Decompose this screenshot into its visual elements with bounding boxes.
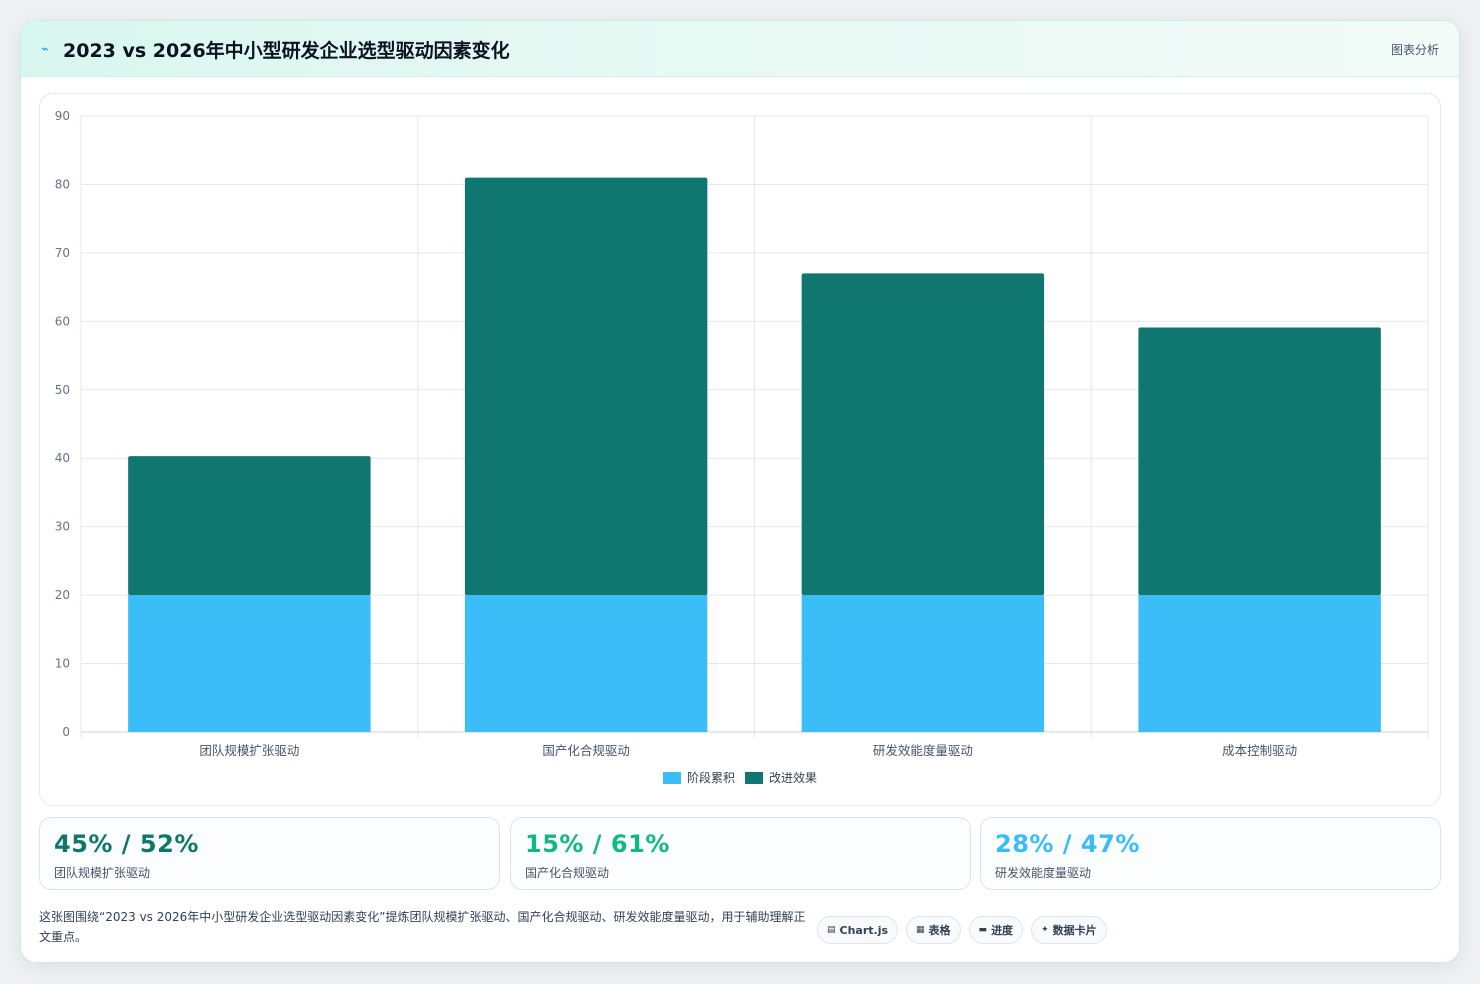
y-tick-label: 70 [55,246,70,260]
stat-value: 15% / 61% [525,830,670,858]
chip-label: 表格 [928,924,951,937]
bar-segment [464,177,708,596]
legend-item-series-0[interactable]: 阶段累积 [662,769,735,786]
x-tick-label: 国产化合规驱动 [542,743,630,758]
chip-label: 进度 [991,924,1014,937]
bar-chart: 0 10 20 30 40 50 60 70 80 90 团队规模扩张驱动 国产化合规驱动 研发效能度量… [55,109,1429,758]
chip-chartjs[interactable]: ▤ Chart.js [817,916,899,944]
card-header: ⌁ 2023 vs 2026年中小型研发企业选型驱动因素变化 图表分析 [21,21,1459,77]
legend-label-series-0: 阶段累积 [686,771,735,785]
stat-label: 国产化合规驱动 [525,866,610,880]
y-tick-label: 80 [55,177,70,191]
progress-icon: ▬ [978,925,988,935]
bar-segment [128,595,371,732]
stat-label: 团队规模扩张驱动 [54,866,151,880]
y-tick-label: 30 [55,520,70,534]
chart-line-icon: ⌁ [41,42,49,57]
legend-item-series-1[interactable]: 改进效果 [745,769,817,786]
y-tick-label: 10 [55,657,70,671]
sparkle-icon: ✦ [1041,925,1049,935]
bar-segment [464,595,708,732]
stat-card-2: 15% / 61% 国产化合规驱动 [510,817,971,890]
y-tick-label: 20 [55,588,70,602]
y-tick-label: 40 [55,451,70,465]
legend-label-series-1: 改进效果 [769,771,818,785]
stat-card-1: 45% / 52% 团队规模扩张驱动 [39,817,500,890]
chart-legend: 阶段累积 改进效果 [40,769,1440,786]
table-icon: ▦ [916,925,925,935]
stat-label: 研发效能度量驱动 [995,866,1092,880]
legend-swatch-series-0 [662,771,681,784]
chart-analysis-link[interactable]: 图表分析 [1391,41,1439,58]
chip-label: Chart.js [839,923,889,937]
stat-value: 45% / 52% [54,830,199,858]
x-tick-label: 团队规模扩张驱动 [199,743,299,758]
y-tick-label: 90 [55,109,70,123]
tag-chips: ▤ Chart.js ▦ 表格 ▬ 进度 ✦ 数据卡片 [817,916,1107,944]
chip-data-card[interactable]: ✦ 数据卡片 [1031,916,1107,944]
legend-swatch-series-1 [745,771,763,784]
chart-panel: 0 10 20 30 40 50 60 70 80 90 团队规模扩张驱动 国产化合规驱动 研发效能度量… [39,93,1441,806]
chip-table[interactable]: ▦ 表格 [906,916,961,944]
stat-value: 28% / 47% [995,830,1140,858]
bar-segment [801,595,1045,732]
page-title: 2023 vs 2026年中小型研发企业选型驱动因素变化 [63,40,510,62]
y-tick-label: 60 [55,314,70,328]
x-tick-label: 成本控制驱动 [1222,743,1297,758]
chip-progress[interactable]: ▬ 进度 [968,916,1024,944]
bar-segment [128,456,371,596]
y-tick-label: 50 [55,383,70,397]
chart-footnote: 这张图围绕“2023 vs 2026年中小型研发企业选型驱动因素变化”提炼团队规… [39,910,806,944]
bar-segment [801,273,1045,596]
y-tick-label: 0 [62,725,70,739]
bar-segment [1138,595,1381,732]
chart-card: ⌁ 2023 vs 2026年中小型研发企业选型驱动因素变化 图表分析 0 10 2… [20,20,1460,963]
bar-segment [1138,327,1381,596]
x-tick-label: 研发效能度量驱动 [873,743,973,758]
stat-card-3: 28% / 47% 研发效能度量驱动 [980,817,1441,890]
chip-label: 数据卡片 [1052,924,1097,937]
chart-icon: ▤ [827,925,836,935]
